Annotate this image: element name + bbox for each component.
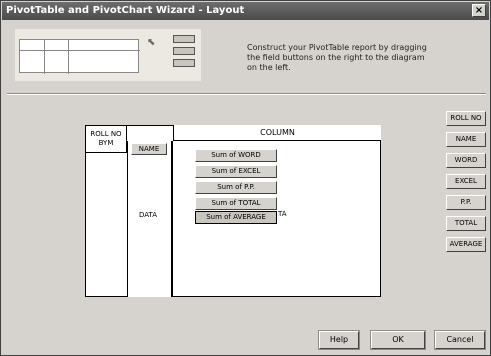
instructions-text: Construct your PivotTable report by drag…	[247, 43, 427, 72]
field-button-word[interactable]: WORD	[446, 153, 486, 168]
data-field-button[interactable]: Sum of P.P.	[195, 181, 277, 194]
wizard-dialog: PivotTable and PivotChart Wizard - Layou…	[0, 0, 491, 356]
field-button-name[interactable]: NAME	[446, 132, 486, 147]
page-field-sub: BYM	[98, 139, 114, 147]
data-field-button[interactable]: Sum of WORD	[195, 149, 277, 162]
window-title: PivotTable and PivotChart Wizard - Layou…	[6, 5, 245, 16]
mini-field-icon	[173, 59, 195, 67]
row-field-button[interactable]: NAME	[131, 143, 167, 155]
mini-field-icon	[173, 35, 195, 43]
field-button-roll-no[interactable]: ROLL NO	[446, 111, 486, 126]
mini-layout-diagram	[19, 39, 140, 74]
column-zone[interactable]: COLUMN	[173, 125, 381, 141]
data-field-button[interactable]: Sum of AVERAGE	[195, 211, 277, 224]
data-field-button[interactable]: Sum of EXCEL	[195, 165, 277, 178]
layout-illustration: ⬉	[15, 29, 201, 81]
help-button[interactable]: Help	[318, 330, 360, 350]
page-field-zone[interactable]: ROLL NO BYM	[85, 125, 127, 153]
field-button-pp[interactable]: P.P.	[446, 195, 486, 210]
data-field-button[interactable]: Sum of TOTAL	[195, 197, 277, 210]
divider	[7, 93, 486, 95]
close-button[interactable]: ×	[472, 4, 486, 17]
field-button-total[interactable]: TOTAL	[446, 216, 486, 231]
page-field-label: ROLL NO	[90, 130, 122, 138]
cursor-icon: ⬉	[147, 37, 156, 48]
data-zone-tail-label: TA	[278, 210, 287, 218]
field-button-average[interactable]: AVERAGE	[446, 237, 486, 252]
field-button-excel[interactable]: EXCEL	[446, 174, 486, 189]
row-zone[interactable]	[127, 141, 173, 297]
title-bar: PivotTable and PivotChart Wizard - Layou…	[2, 2, 489, 20]
data-zone-label: DATA	[139, 211, 158, 219]
cancel-button[interactable]: Cancel	[434, 330, 486, 350]
mini-field-icon	[173, 47, 195, 55]
ok-button[interactable]: OK	[370, 330, 426, 350]
